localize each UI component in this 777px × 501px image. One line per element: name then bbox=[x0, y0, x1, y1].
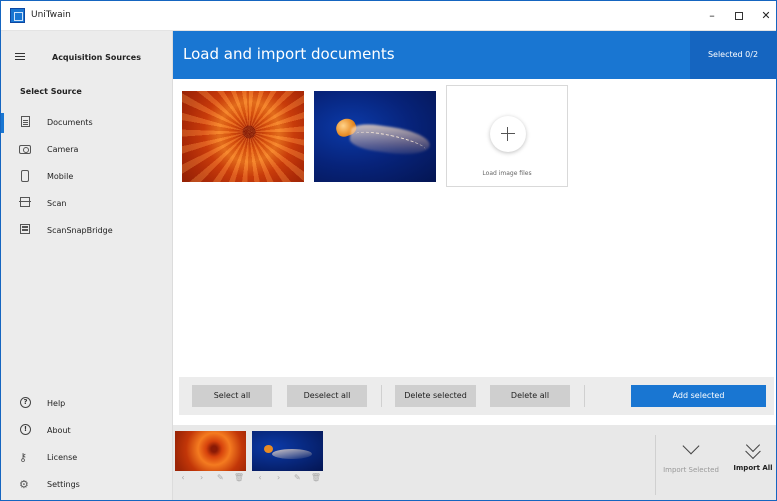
document-icon bbox=[21, 116, 30, 127]
edit-icon[interactable]: ✎ bbox=[291, 473, 303, 483]
sidebar-item-documents[interactable]: Documents bbox=[1, 110, 172, 136]
minimize-button[interactable]: – bbox=[701, 7, 723, 25]
sidebar: Acquisition Sources Select Source Docume… bbox=[1, 31, 173, 500]
sidebar-header: Acquisition Sources bbox=[1, 31, 173, 79]
move-left-icon[interactable]: ‹ bbox=[254, 473, 266, 483]
chevron-down-icon bbox=[682, 437, 700, 455]
sidebar-item-label: Help bbox=[47, 399, 66, 408]
page-title: Load and import documents bbox=[183, 45, 395, 63]
move-right-icon[interactable]: › bbox=[196, 473, 208, 483]
move-left-icon[interactable]: ‹ bbox=[177, 473, 189, 483]
selection-count: Selected 0/2 bbox=[690, 31, 776, 79]
gear-icon: ⚙ bbox=[19, 478, 29, 491]
import-all-label: Import All bbox=[733, 464, 773, 472]
sidebar-item-label: About bbox=[47, 426, 71, 435]
move-right-icon[interactable]: › bbox=[273, 473, 285, 483]
staged-item-controls: ‹ › ✎ 🗑 bbox=[254, 473, 322, 483]
sidebar-item-mobile[interactable]: Mobile bbox=[1, 164, 172, 190]
hamburger-menu-icon[interactable] bbox=[15, 53, 25, 60]
sidebar-item-camera[interactable]: Camera bbox=[1, 137, 172, 163]
sidebar-section-label: Select Source bbox=[20, 87, 82, 96]
info-icon: ! bbox=[20, 424, 31, 435]
maximize-icon bbox=[735, 12, 743, 20]
sidebar-item-about[interactable]: ! About bbox=[1, 418, 172, 444]
edit-icon[interactable]: ✎ bbox=[214, 473, 226, 483]
scanner-icon bbox=[19, 197, 31, 207]
sidebar-item-scan[interactable]: Scan bbox=[1, 191, 172, 217]
mobile-icon bbox=[21, 170, 29, 182]
maximize-button[interactable] bbox=[728, 7, 750, 25]
sidebar-item-license[interactable]: ⚷ License bbox=[1, 445, 172, 471]
page-header: Load and import documents Selected 0/2 bbox=[173, 31, 776, 79]
staged-item: ‹ › ✎ 🗑 bbox=[175, 431, 246, 484]
import-strip: ‹ › ✎ 🗑 ‹ › ✎ 🗑 Import Selected Import A… bbox=[173, 425, 776, 500]
staged-item-controls: ‹ › ✎ 🗑 bbox=[177, 473, 245, 483]
import-selected-button[interactable]: Import Selected bbox=[661, 437, 721, 474]
delete-all-button[interactable]: Delete all bbox=[490, 385, 570, 407]
add-icon bbox=[490, 116, 526, 152]
image-thumbnail-jellyfish[interactable] bbox=[314, 91, 436, 182]
import-all-button[interactable]: Import All bbox=[729, 437, 777, 472]
app-window: UniTwain – ✕ Acquisition Sources Select … bbox=[0, 0, 777, 501]
sidebar-item-label: Settings bbox=[47, 480, 80, 489]
import-selected-label: Import Selected bbox=[663, 466, 719, 474]
trash-icon[interactable]: 🗑 bbox=[233, 473, 245, 483]
trash-icon[interactable]: 🗑 bbox=[310, 473, 322, 483]
strip-divider bbox=[655, 435, 656, 495]
double-chevron-down-icon bbox=[745, 437, 761, 453]
flower-photo bbox=[182, 91, 304, 182]
action-toolbar: Select all Deselect all Delete selected … bbox=[179, 377, 774, 415]
sidebar-item-label: Camera bbox=[47, 145, 79, 154]
help-icon: ? bbox=[20, 397, 31, 408]
deselect-all-button[interactable]: Deselect all bbox=[287, 385, 367, 407]
window-title: UniTwain bbox=[31, 10, 71, 20]
sidebar-item-settings[interactable]: ⚙ Settings bbox=[1, 472, 172, 498]
sidebar-item-label: Mobile bbox=[47, 172, 74, 181]
load-image-files-label: Load image files bbox=[482, 170, 532, 177]
staged-thumbnail-flower[interactable] bbox=[175, 431, 246, 471]
staged-thumbnail-jellyfish[interactable] bbox=[252, 431, 323, 471]
toolbar-divider bbox=[584, 385, 585, 407]
sidebar-item-label: ScanSnapBridge bbox=[47, 226, 113, 235]
load-image-files-tile[interactable]: Load image files bbox=[446, 85, 568, 187]
add-selected-button[interactable]: Add selected bbox=[631, 385, 766, 407]
sidebar-item-label: Scan bbox=[47, 199, 67, 208]
staged-item: ‹ › ✎ 🗑 bbox=[252, 431, 323, 484]
title-bar: UniTwain – ✕ bbox=[1, 1, 776, 31]
select-all-button[interactable]: Select all bbox=[192, 385, 272, 407]
sidebar-title: Acquisition Sources bbox=[52, 53, 141, 62]
image-thumbnail-flower[interactable] bbox=[182, 91, 304, 182]
key-icon: ⚷ bbox=[19, 451, 28, 464]
delete-selected-button[interactable]: Delete selected bbox=[395, 385, 476, 407]
selection-indicator bbox=[1, 113, 4, 133]
app-logo-icon bbox=[10, 8, 25, 23]
sidebar-item-label: License bbox=[47, 453, 78, 462]
scansnap-icon bbox=[20, 224, 30, 234]
close-button[interactable]: ✕ bbox=[755, 7, 777, 25]
toolbar-divider bbox=[381, 385, 382, 407]
camera-icon bbox=[19, 145, 31, 154]
sidebar-item-help[interactable]: ? Help bbox=[1, 391, 172, 417]
sidebar-item-scansnapbridge[interactable]: ScanSnapBridge bbox=[1, 218, 172, 244]
sidebar-item-label: Documents bbox=[47, 118, 93, 127]
